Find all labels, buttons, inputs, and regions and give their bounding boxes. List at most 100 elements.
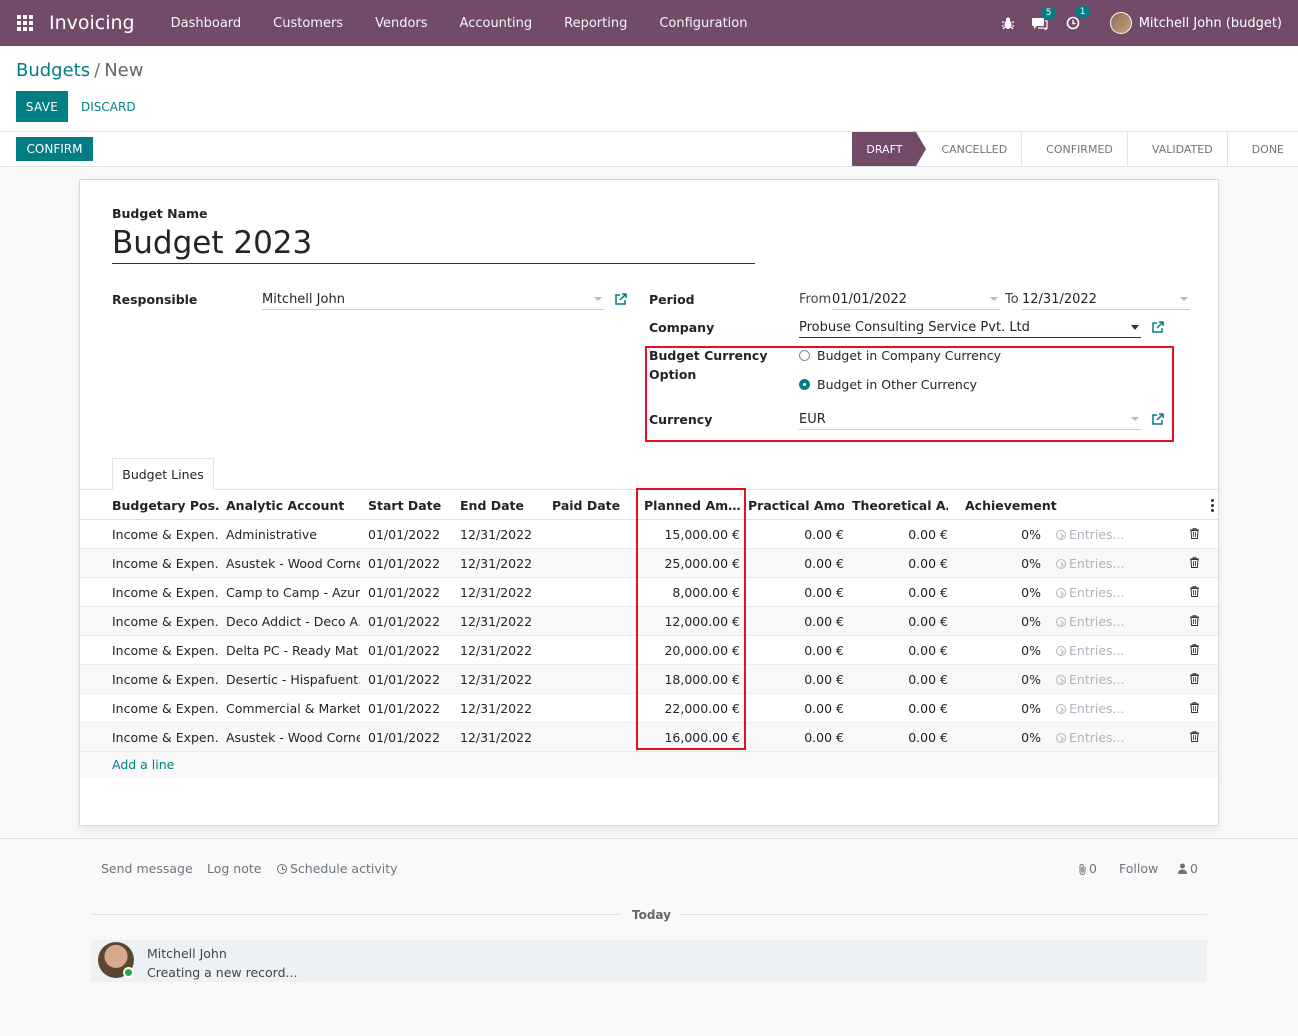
discard-button[interactable]: DISCARD [81,91,136,122]
col-practical-amount[interactable]: Practical Amo… [748,498,844,513]
col-analytic-account[interactable]: Analytic Account [226,498,360,513]
cell-budgetary-position[interactable]: Income & Expen… [112,527,220,542]
message-author[interactable]: Mitchell John [147,946,227,961]
entries-button[interactable]: Entries... [1056,730,1124,745]
cell-budgetary-position[interactable]: Income & Expen… [112,730,220,745]
cell-start-date[interactable]: 01/01/2022 [368,585,454,600]
add-line-link[interactable]: Add a line [112,757,174,772]
cell-start-date[interactable]: 01/01/2022 [368,701,454,716]
cell-end-date[interactable]: 12/31/2022 [460,527,546,542]
schedule-activity-button[interactable]: Schedule activity [277,861,398,876]
stage-validated[interactable]: VALIDATED [1126,132,1227,166]
cell-analytic-account[interactable]: Asustek - Wood Corner [226,556,360,571]
from-date-field[interactable]: 01/01/2022 [832,290,1000,310]
stage-draft[interactable]: DRAFT [852,132,927,166]
cell-theoretical-amount[interactable]: 0.00 € [852,643,948,658]
chevron-down-icon[interactable] [990,297,998,301]
cell-start-date[interactable]: 01/01/2022 [368,730,454,745]
cell-practical-amount[interactable]: 0.00 € [748,556,844,571]
cell-end-date[interactable]: 12/31/2022 [460,585,546,600]
external-link-icon[interactable] [1151,321,1164,334]
company-field[interactable]: Probuse Consulting Service Pvt. Ltd [799,318,1141,338]
app-name[interactable]: Invoicing [49,12,135,34]
cell-budgetary-position[interactable]: Income & Expen… [112,643,220,658]
col-budgetary-position[interactable]: Budgetary Pos… [112,498,220,513]
cell-analytic-account[interactable]: Commercial & Market… [226,701,360,716]
budget-name-input[interactable]: Budget 2023 [112,224,755,264]
cell-achievement[interactable]: 0% [965,643,1041,658]
cell-analytic-account[interactable]: Delta PC - Ready Mat [226,643,360,658]
entries-button[interactable]: Entries... [1056,643,1124,658]
cell-achievement[interactable]: 0% [965,527,1041,542]
cell-achievement[interactable]: 0% [965,672,1041,687]
tab-budget-lines[interactable]: Budget Lines [112,458,214,490]
trash-icon[interactable] [1190,644,1199,655]
stage-cancelled[interactable]: CANCELLED [916,132,1021,166]
chevron-down-icon[interactable] [1131,325,1139,330]
cell-practical-amount[interactable]: 0.00 € [748,614,844,629]
cell-budgetary-position[interactable]: Income & Expen… [112,672,220,687]
trash-icon[interactable] [1190,673,1199,684]
chevron-down-icon[interactable] [1180,297,1188,301]
entries-button[interactable]: Entries... [1056,614,1124,629]
user-menu[interactable]: Mitchell John (budget) [1139,16,1282,31]
trash-icon[interactable] [1190,702,1199,713]
cell-theoretical-amount[interactable]: 0.00 € [852,527,948,542]
cell-theoretical-amount[interactable]: 0.00 € [852,556,948,571]
menu-dashboard[interactable]: Dashboard [155,16,258,31]
cell-analytic-account[interactable]: Camp to Camp - Azur… [226,585,360,600]
cell-theoretical-amount[interactable]: 0.00 € [852,585,948,600]
entries-button[interactable]: Entries... [1056,672,1124,687]
cell-achievement[interactable]: 0% [965,701,1041,716]
cell-start-date[interactable]: 01/01/2022 [368,614,454,629]
cell-start-date[interactable]: 01/01/2022 [368,527,454,542]
col-start-date[interactable]: Start Date [368,498,454,513]
trash-icon[interactable] [1190,557,1199,568]
responsible-field[interactable]: Mitchell John [262,290,604,310]
cell-start-date[interactable]: 01/01/2022 [368,643,454,658]
col-theoretical-amount[interactable]: Theoretical A… [852,498,948,513]
cell-analytic-account[interactable]: Desertic - Hispafuent… [226,672,360,687]
col-paid-date[interactable]: Paid Date [552,498,638,513]
menu-reporting[interactable]: Reporting [548,16,643,31]
stage-confirmed[interactable]: CONFIRMED [1021,132,1127,166]
entries-button[interactable]: Entries... [1056,701,1124,716]
menu-customers[interactable]: Customers [257,16,359,31]
cell-theoretical-amount[interactable]: 0.00 € [852,672,948,687]
breadcrumb-budgets[interactable]: Budgets [16,60,90,81]
trash-icon[interactable] [1190,615,1199,626]
cell-achievement[interactable]: 0% [965,556,1041,571]
log-note-button[interactable]: Log note [207,861,261,876]
cell-practical-amount[interactable]: 0.00 € [748,672,844,687]
chat-icon[interactable]: 5 [1031,6,1057,30]
cell-theoretical-amount[interactable]: 0.00 € [852,701,948,716]
cell-end-date[interactable]: 12/31/2022 [460,730,546,745]
send-message-button[interactable]: Send message [101,861,193,876]
trash-icon[interactable] [1190,731,1199,742]
save-button[interactable]: SAVE [16,91,68,122]
cell-practical-amount[interactable]: 0.00 € [748,701,844,716]
cell-achievement[interactable]: 0% [965,585,1041,600]
cell-budgetary-position[interactable]: Income & Expen… [112,701,220,716]
clock-icon[interactable]: 1 [1066,6,1091,30]
cell-end-date[interactable]: 12/31/2022 [460,643,546,658]
col-achievement[interactable]: Achievement [965,498,1061,513]
cell-theoretical-amount[interactable]: 0.00 € [852,614,948,629]
user-avatar[interactable] [1109,12,1132,34]
entries-button[interactable]: Entries... [1056,556,1124,571]
cell-budgetary-position[interactable]: Income & Expen… [112,614,220,629]
trash-icon[interactable] [1190,586,1199,597]
cell-analytic-account[interactable]: Administrative [226,527,360,542]
cell-end-date[interactable]: 12/31/2022 [460,556,546,571]
cell-end-date[interactable]: 12/31/2022 [460,672,546,687]
menu-configuration[interactable]: Configuration [643,16,763,31]
bug-icon[interactable] [1001,17,1014,30]
apps-grid-icon[interactable] [0,0,50,46]
followers-button[interactable]: 0 [1178,861,1198,876]
entries-button[interactable]: Entries... [1056,585,1124,600]
cell-practical-amount[interactable]: 0.00 € [748,585,844,600]
cell-budgetary-position[interactable]: Income & Expen… [112,556,220,571]
trash-icon[interactable] [1190,528,1199,539]
col-end-date[interactable]: End Date [460,498,546,513]
cell-practical-amount[interactable]: 0.00 € [748,643,844,658]
